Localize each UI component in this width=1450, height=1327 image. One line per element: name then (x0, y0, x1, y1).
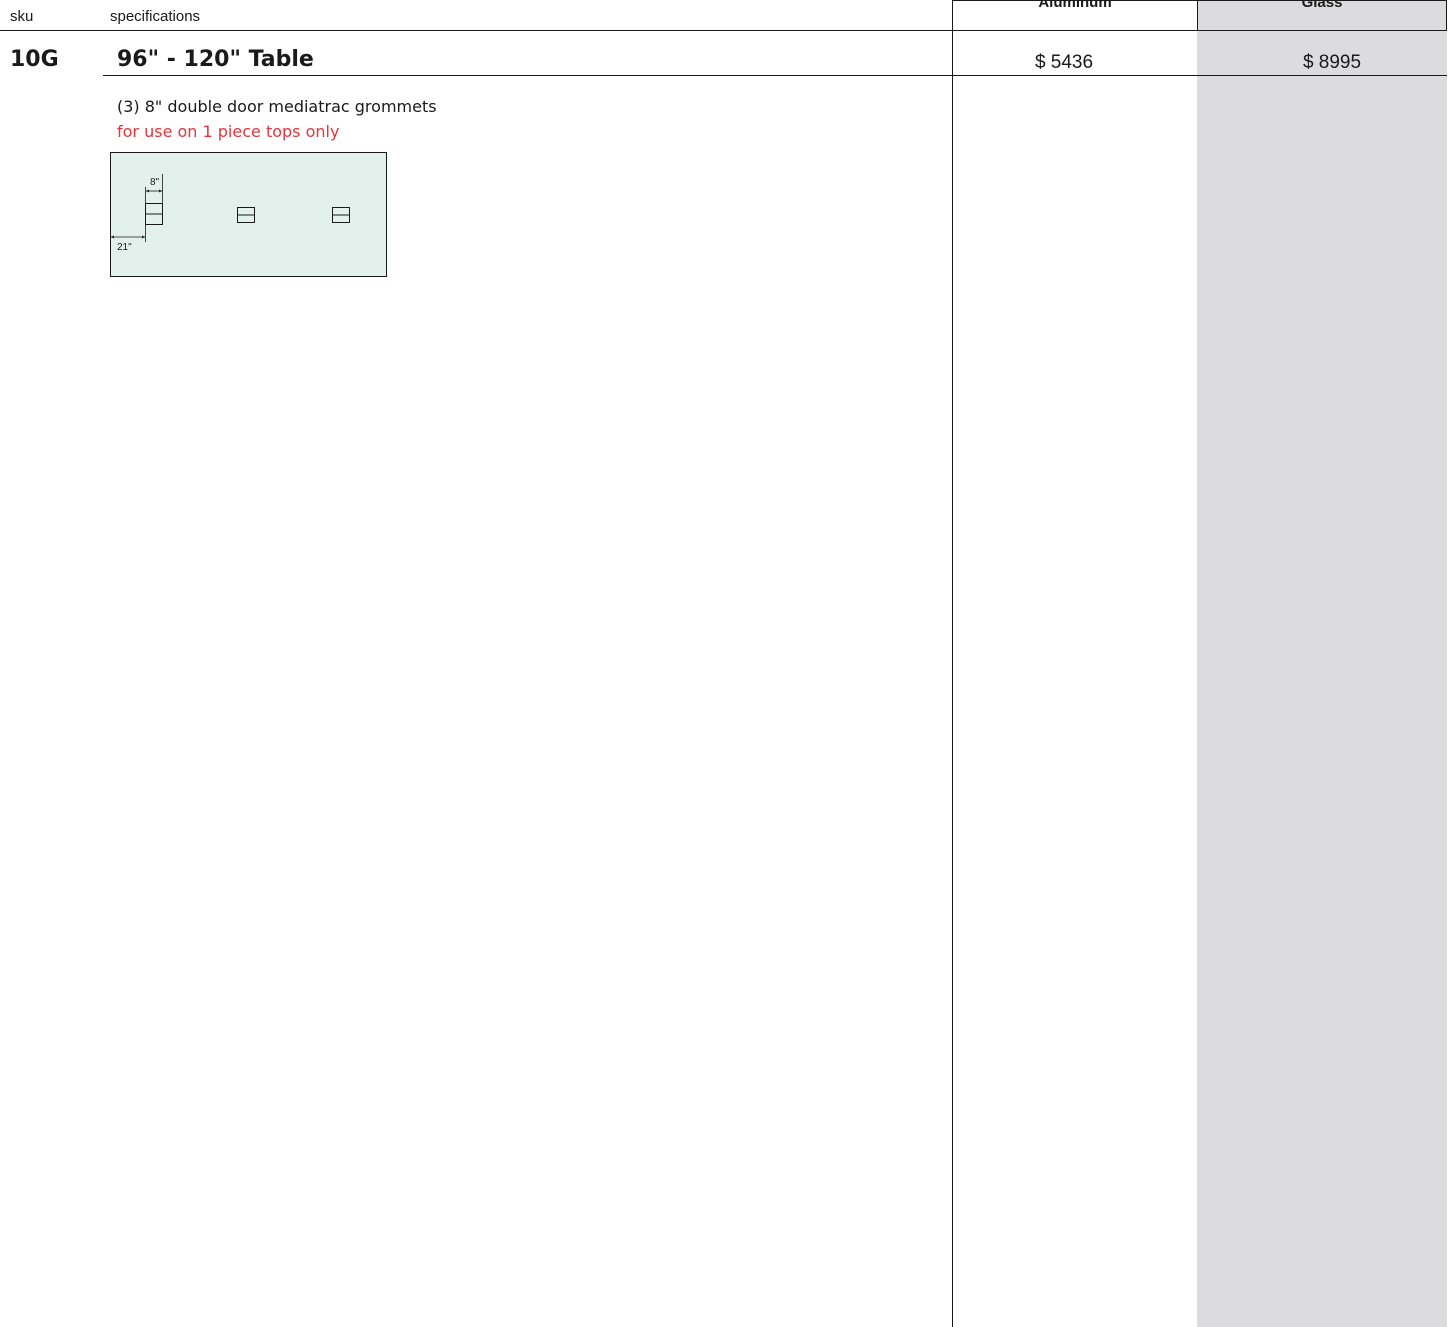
column-divider (952, 0, 953, 1327)
product-note: for use on 1 piece tops only (117, 122, 340, 141)
product-title-rule (103, 75, 953, 76)
product-title: 96" - 120" Table (117, 47, 314, 72)
header-rule (0, 30, 1447, 31)
header-specifications-label: specifications (110, 8, 201, 25)
product-sku: 10G (10, 47, 59, 72)
price-sheet-page: sku specifications Aluminum Glass 10G 96… (0, 0, 1450, 1327)
header-sku-label: sku (10, 8, 34, 25)
price-aluminum: $ 5436 (1034, 52, 1094, 73)
product-spec: (3) 8" double door mediatrac grommets (117, 97, 437, 116)
width-dimension-label: 8" (150, 177, 160, 188)
price-rule (953, 75, 1447, 76)
tabletop-grommet-diagram: 8" 21" (110, 152, 388, 278)
header-glass-label: Glass (1301, 0, 1343, 11)
header-aluminum-label: Aluminum (1038, 0, 1112, 11)
glass-column-background (1197, 0, 1447, 1327)
offset-dimension-label: 21" (117, 242, 132, 253)
price-glass: $ 8995 (1302, 52, 1362, 73)
